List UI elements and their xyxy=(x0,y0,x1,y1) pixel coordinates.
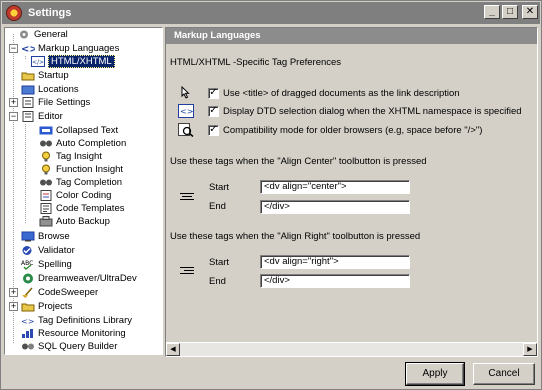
file-settings-icon xyxy=(21,97,35,108)
tag-completion-icon xyxy=(39,177,53,188)
function-insight-icon xyxy=(39,164,53,175)
tree-item-html-xhtml[interactable]: </> HTML/XHTML xyxy=(31,55,115,68)
tree-item-tag-completion[interactable]: Tag Completion xyxy=(39,176,122,189)
tree-item-color-coding[interactable]: Color Coding xyxy=(39,189,111,202)
tree-item-general[interactable]: General xyxy=(17,28,68,41)
align-right-end-label: End xyxy=(209,276,226,287)
dreamweaver-icon xyxy=(21,273,35,284)
resource-monitoring-icon xyxy=(21,328,35,339)
tree-item-resource-monitoring[interactable]: Resource Monitoring xyxy=(21,327,126,340)
color-coding-icon xyxy=(39,190,53,201)
sql-query-builder-icon xyxy=(21,341,35,352)
dtd-dialog-checkbox[interactable]: ✓ xyxy=(208,105,219,117)
align-right-end-field[interactable]: </div> xyxy=(260,274,410,288)
tree-item-collapsed-text[interactable]: Collapsed Text xyxy=(39,124,118,137)
scroll-left-icon[interactable]: ◀ xyxy=(166,343,180,356)
expand-projects[interactable]: + xyxy=(9,302,18,311)
tree-item-dreamweaver-ultradev[interactable]: Dreamweaver/UltraDev xyxy=(21,272,137,285)
general-icon xyxy=(17,29,31,40)
dtd-dialog-icon: <> xyxy=(178,104,194,118)
tree-item-codesweeper[interactable]: CodeSweeper xyxy=(21,286,98,299)
tree-item-code-templates[interactable]: Code Templates xyxy=(39,202,124,215)
collapsed-text-icon xyxy=(39,125,53,136)
startup-icon xyxy=(21,70,35,81)
horizontal-scrollbar[interactable]: ◀ ▶ xyxy=(166,342,537,356)
markup-icon: <> xyxy=(21,43,38,55)
apply-button[interactable]: Apply xyxy=(405,362,465,386)
expand-file-settings[interactable]: + xyxy=(9,98,18,107)
compatibility-checkbox[interactable]: ✓ xyxy=(208,124,219,136)
align-center-caption: Use these tags when the "Align Center" t… xyxy=(170,156,427,167)
maximize-button[interactable]: □ xyxy=(502,5,518,19)
close-button[interactable]: ✕ xyxy=(522,5,538,19)
tree-item-file-settings[interactable]: File Settings xyxy=(21,96,90,109)
tag-definitions-icon: <> xyxy=(21,315,35,326)
spelling-icon: ABC xyxy=(21,259,35,270)
settings-panel: Markup Languages HTML/XHTML -Specific Ta… xyxy=(165,27,538,357)
settings-tree[interactable]: General − <> Markup Languages </> HTML/X… xyxy=(4,27,163,355)
codesweeper-icon xyxy=(21,287,35,298)
auto-backup-icon xyxy=(39,216,53,227)
link-drag-icon xyxy=(178,85,194,100)
tree-item-spelling[interactable]: ABC Spelling xyxy=(21,258,72,271)
svg-text:</>: </> xyxy=(32,59,44,66)
panel-header: Markup Languages xyxy=(166,28,537,44)
tree-item-auto-backup[interactable]: Auto Backup xyxy=(39,215,110,228)
window-title: Settings xyxy=(28,7,72,19)
html-xhtml-icon: </> xyxy=(31,56,45,67)
align-center-start-label: Start xyxy=(209,182,230,193)
tree-item-tag-definitions-library[interactable]: <> Tag Definitions Library xyxy=(21,314,132,327)
tree-item-sql-query-builder[interactable]: SQL Query Builder xyxy=(21,340,117,353)
tree-item-auto-completion[interactable]: Auto Completion xyxy=(39,137,126,150)
option-row-compatibility[interactable]: ✓ Compatibility mode for older browsers … xyxy=(178,122,482,138)
align-center-start-field[interactable]: <dv align="center"> xyxy=(260,180,410,194)
section-title: HTML/XHTML -Specific Tag Preferences xyxy=(170,57,342,68)
option-row-dtd-dialog[interactable]: <> ✓ Display DTD selection dialog when t… xyxy=(178,103,522,119)
code-templates-icon xyxy=(39,203,53,214)
tree-item-markup-languages[interactable]: <> Markup Languages xyxy=(21,42,119,55)
svg-text:ABC: ABC xyxy=(21,260,33,267)
title-bar[interactable]: Settings _ □ ✕ xyxy=(2,2,540,24)
validator-icon xyxy=(21,245,35,256)
expand-codesweeper[interactable]: + xyxy=(9,288,18,297)
align-center-end-field[interactable]: </div> xyxy=(260,200,410,214)
tree-item-tag-insight[interactable]: Tag Insight xyxy=(39,150,102,163)
tree-item-validator[interactable]: Validator xyxy=(21,244,75,257)
app-icon xyxy=(6,5,22,21)
option-row-link-description[interactable]: ✓ Use <title> of dragged documents as th… xyxy=(178,85,460,101)
tree-item-editor[interactable]: Editor xyxy=(21,110,63,123)
tree-item-projects[interactable]: Projects xyxy=(21,300,72,313)
align-right-start-field[interactable]: <dv align="right"> xyxy=(260,255,410,269)
compatibility-icon xyxy=(178,123,194,138)
svg-text:<>: <> xyxy=(180,107,193,116)
svg-text:<>: <> xyxy=(21,317,34,326)
svg-text:<>: <> xyxy=(21,44,35,54)
locations-icon xyxy=(21,84,35,95)
align-right-caption: Use these tags when the "Align Right" to… xyxy=(170,231,421,242)
align-center-icon xyxy=(180,193,194,203)
minimize-button[interactable]: _ xyxy=(484,5,500,19)
settings-window: Settings _ □ ✕ General − <> Markup Langu… xyxy=(0,0,542,390)
collapse-markup-languages[interactable]: − xyxy=(9,44,18,53)
cancel-button[interactable]: Cancel xyxy=(473,363,535,385)
tree-item-browse[interactable]: Browse xyxy=(21,230,70,243)
collapse-editor[interactable]: − xyxy=(9,112,18,121)
tree-item-function-insight[interactable]: Function Insight xyxy=(39,163,123,176)
scroll-right-icon[interactable]: ▶ xyxy=(523,343,537,356)
auto-completion-icon xyxy=(39,138,53,149)
tag-insight-icon xyxy=(39,151,53,162)
editor-icon xyxy=(21,111,35,122)
align-center-end-label: End xyxy=(209,201,226,212)
projects-icon xyxy=(21,301,35,312)
link-description-checkbox[interactable]: ✓ xyxy=(208,87,219,99)
tree-item-startup[interactable]: Startup xyxy=(21,69,69,82)
align-right-start-label: Start xyxy=(209,257,230,268)
tree-item-locations[interactable]: Locations xyxy=(21,83,79,96)
align-right-icon xyxy=(180,267,194,277)
browse-icon xyxy=(21,231,35,242)
